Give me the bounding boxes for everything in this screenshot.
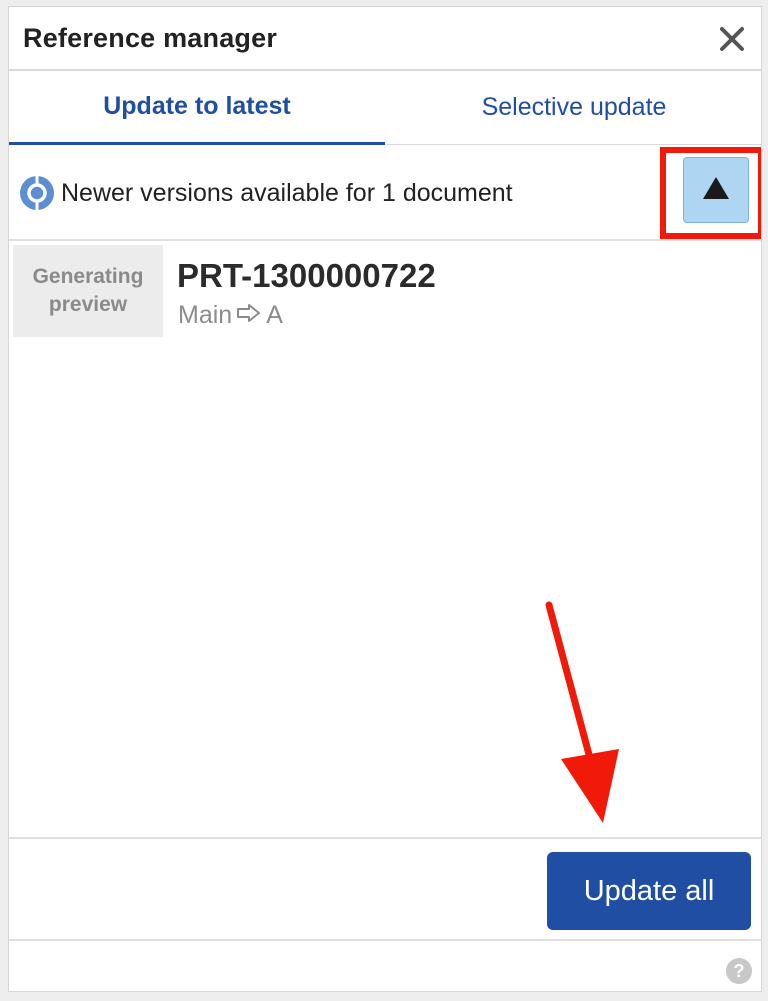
notice-text: Newer versions available for 1 document [61,179,513,207]
dialog-titlebar: Reference manager [9,7,761,71]
close-icon[interactable] [717,24,747,54]
thumbnail-text-line2: preview [48,293,128,316]
document-version-change: Main A [178,301,283,330]
tab-bar: Update to latest Selective update [9,71,761,145]
annotation-arrow [539,601,629,827]
right-arrow-outline-icon [236,301,262,330]
to-version: A [266,301,283,329]
dialog-footer: Update all [9,837,761,941]
dialog-title: Reference manager [23,23,278,53]
annotation-highlight-box [660,147,761,239]
tab-selective-update[interactable]: Selective update [385,71,761,145]
info-icon [19,175,55,211]
document-row[interactable]: Generating preview PRT-1300000722 Main A [9,241,761,341]
thumbnail-text-line1: Generating [32,265,144,288]
document-thumbnail: Generating preview [13,245,163,337]
document-name: PRT-1300000722 [177,257,436,294]
update-all-button[interactable]: Update all [547,852,751,930]
reference-manager-dialog: Reference manager Update to latest Selec… [8,6,762,992]
help-icon[interactable]: ? [725,957,753,985]
tab-update-to-latest[interactable]: Update to latest [9,71,385,145]
update-notice: Newer versions available for 1 document [9,147,761,241]
svg-text:?: ? [734,961,745,981]
from-version: Main [178,301,233,329]
